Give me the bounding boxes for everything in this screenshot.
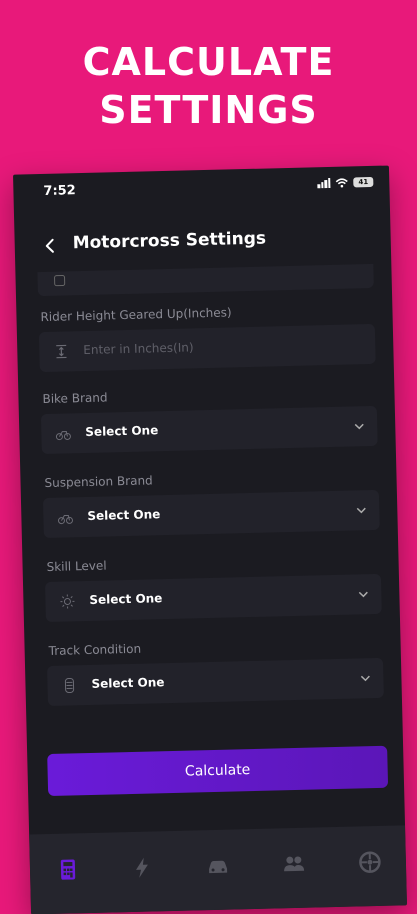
chevron-down-icon[interactable] [355,504,367,516]
chevron-down-icon[interactable] [359,672,371,684]
chevron-left-icon[interactable] [41,236,61,256]
bike-icon [55,430,71,441]
tire-icon [64,677,75,693]
page-title: Motorcross Settings [72,228,267,254]
status-icons: 41 [317,176,374,189]
bike-brand-value: Select One [85,423,159,440]
rider-height-placeholder: Enter in Inches(In) [83,340,194,358]
chevron-down-icon[interactable] [353,420,365,432]
field-icon [54,275,66,287]
status-bar: 7:52 41 [13,174,389,205]
wifi-icon [335,178,348,188]
status-time: 7:52 [43,183,76,199]
users-icon[interactable] [282,852,307,877]
skill-level-value: Select One [89,591,163,607]
bike-brand-label: Bike Brand [42,390,108,407]
car-icon[interactable] [206,854,231,879]
wheel-icon[interactable] [358,850,383,875]
signal-icon [317,177,331,189]
track-condition-select[interactable]: Select One [47,657,384,707]
calculate-button[interactable]: Calculate [47,745,389,797]
skill-level-label: Skill Level [46,558,107,574]
battery-icon: 41 [353,176,374,188]
chevron-down-icon[interactable] [357,588,369,600]
bike-brand-select[interactable]: Select One [40,405,378,455]
height-icon [56,344,67,359]
suspension-brand-select[interactable]: Select One [42,489,380,539]
sun-icon [60,594,75,609]
suspension-brand-label: Suspension Brand [44,473,153,491]
nav-bar: Motorcross Settings [14,222,391,271]
rider-height-input[interactable]: Enter in Inches(In) [38,323,376,373]
phone-screen: 7:52 41 Motorcross Settings Rider Height… [13,165,407,914]
track-condition-label: Track Condition [48,641,142,658]
suspension-brand-value: Select One [87,507,161,523]
promo-line-2: SETTINGS [99,88,318,132]
track-condition-value: Select One [91,675,165,691]
promo-headline: CALCULATE SETTINGS [0,38,417,134]
tab-bar [29,825,407,914]
lightning-icon[interactable] [130,855,155,880]
rider-height-label: Rider Height Geared Up(Inches) [40,305,232,325]
bike-icon [57,514,73,525]
skill-level-select[interactable]: Select One [44,573,382,623]
promo-line-1: CALCULATE [82,40,335,84]
calculator-icon[interactable] [56,857,81,882]
